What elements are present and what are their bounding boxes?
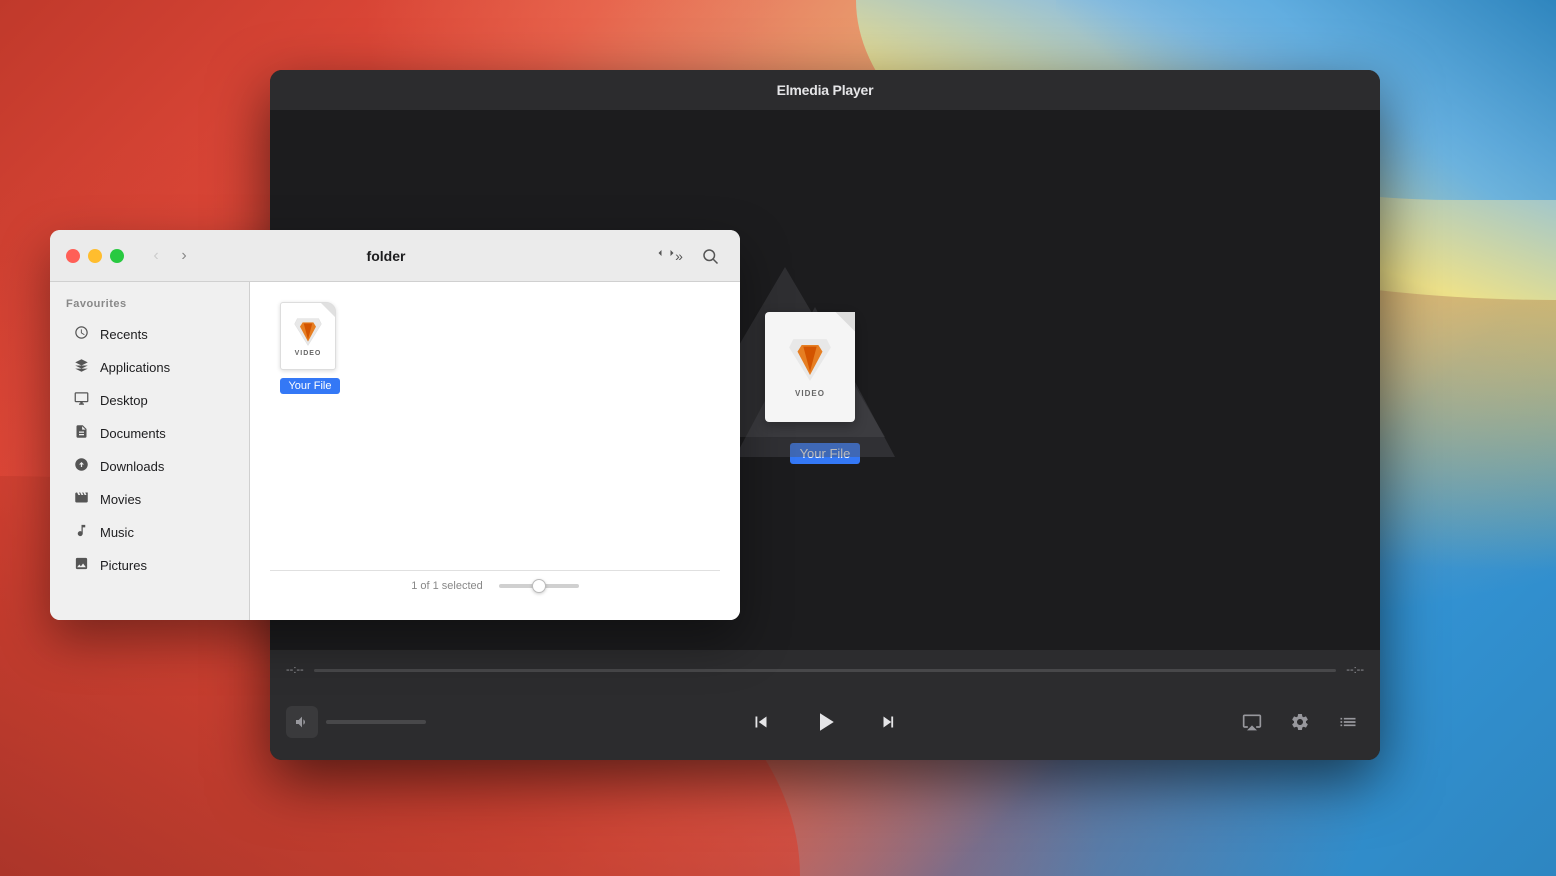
sidebar-item-pictures[interactable]: Pictures — [56, 549, 243, 582]
finder-content: VIDEO Your File 1 of 1 selected — [250, 282, 740, 620]
window-buttons — [66, 249, 124, 263]
volume-section — [286, 706, 426, 738]
downloads-label: Downloads — [100, 459, 164, 474]
search-icon — [701, 247, 719, 265]
image-icon — [74, 556, 89, 571]
sidebar-item-music[interactable]: Music — [56, 516, 243, 549]
volume-button[interactable] — [286, 706, 318, 738]
nav-arrows: ‹ › — [144, 244, 196, 268]
downloads-icon — [72, 457, 90, 476]
player-file-icon: VIDEO — [765, 297, 885, 427]
sidebar-item-applications[interactable]: Applications — [56, 351, 243, 384]
forward-button[interactable]: › — [172, 244, 196, 268]
chevrons-icon — [657, 247, 675, 265]
sidebar-item-recents[interactable]: Recents — [56, 318, 243, 351]
volume-track[interactable] — [326, 720, 426, 724]
playlist-button[interactable] — [1332, 706, 1364, 738]
slider-track[interactable] — [499, 584, 579, 588]
music-label: Music — [100, 525, 134, 540]
sidebar-item-desktop[interactable]: Desktop — [56, 384, 243, 417]
slider-thumb — [532, 579, 546, 593]
finder-window: ‹ › folder » Favourites — [50, 230, 740, 620]
desktop-label: Desktop — [100, 393, 148, 408]
file-grid: VIDEO Your File — [270, 302, 720, 570]
film-icon — [74, 490, 89, 505]
finder-body: Favourites Recents Applications — [50, 282, 740, 620]
settings-icon — [1290, 712, 1310, 732]
movies-icon — [72, 490, 90, 509]
status-selected: 1 of 1 selected — [411, 580, 483, 592]
minimize-button[interactable] — [88, 249, 102, 263]
progress-bar-container: --:-- --:-- — [286, 650, 1364, 684]
applications-icon — [72, 358, 90, 377]
airplay-icon — [1242, 712, 1262, 732]
pictures-label: Pictures — [100, 558, 147, 573]
file-elmedia-logo-svg — [292, 316, 324, 348]
playlist-icon — [1338, 712, 1358, 732]
pictures-icon — [72, 556, 90, 575]
right-controls — [1224, 706, 1364, 738]
maximize-button[interactable] — [110, 249, 124, 263]
next-icon — [878, 711, 900, 733]
finder-statusbar: 1 of 1 selected — [270, 570, 720, 600]
doc-paper: VIDEO — [280, 302, 336, 370]
file-name-badge: Your File — [280, 378, 339, 394]
sidebar-item-downloads[interactable]: Downloads — [56, 450, 243, 483]
player-doc-label: VIDEO — [795, 389, 825, 398]
movies-label: Movies — [100, 492, 141, 507]
sidebar-item-movies[interactable]: Movies — [56, 483, 243, 516]
search-button[interactable] — [696, 242, 724, 270]
play-icon — [810, 707, 840, 737]
player-file-icon-container: VIDEO Your File — [765, 297, 885, 464]
player-titlebar: Elmedia Player — [270, 70, 1380, 110]
prev-button[interactable] — [743, 704, 779, 740]
finder-toolbar-right: » — [656, 242, 724, 270]
music-note-icon — [74, 523, 89, 538]
download-icon — [74, 457, 89, 472]
icon-size-slider[interactable] — [499, 584, 579, 588]
recents-icon — [72, 325, 90, 344]
play-button[interactable] — [803, 700, 847, 744]
time-start: --:-- — [286, 664, 304, 676]
back-button[interactable]: ‹ — [144, 244, 168, 268]
prev-icon — [750, 711, 772, 733]
finder-title: folder — [208, 248, 564, 264]
apps-icon — [74, 358, 89, 373]
player-controls: --:-- --:-- — [270, 650, 1380, 760]
next-button[interactable] — [871, 704, 907, 740]
applications-label: Applications — [100, 360, 170, 375]
close-button[interactable] — [66, 249, 80, 263]
music-icon — [72, 523, 90, 542]
player-elmedia-logo-svg — [785, 335, 835, 385]
player-doc-icon: VIDEO — [765, 312, 855, 422]
sidebar-section-favourites: Favourites — [50, 294, 249, 318]
clock-icon — [74, 325, 89, 340]
documents-label: Documents — [100, 426, 166, 441]
progress-track[interactable] — [314, 669, 1337, 672]
doc-icon — [74, 424, 89, 439]
time-end: --:-- — [1346, 664, 1364, 676]
player-title: Elmedia Player — [777, 82, 874, 98]
controls-row — [286, 684, 1364, 760]
playback-controls — [743, 700, 907, 744]
finder-sidebar: Favourites Recents Applications — [50, 282, 250, 620]
sidebar-item-documents[interactable]: Documents — [56, 417, 243, 450]
desktop-icon — [72, 391, 90, 410]
file-item[interactable]: VIDEO Your File — [270, 302, 350, 394]
file-doc-label: VIDEO — [295, 350, 322, 357]
monitor-icon — [74, 391, 89, 406]
airplay-button[interactable] — [1236, 706, 1268, 738]
finder-titlebar: ‹ › folder » — [50, 230, 740, 282]
volume-icon — [294, 714, 310, 730]
documents-icon — [72, 424, 90, 443]
file-icon-wrapper: VIDEO — [280, 302, 340, 374]
view-options-button[interactable]: » — [656, 242, 684, 270]
settings-button[interactable] — [1284, 706, 1316, 738]
recents-label: Recents — [100, 327, 148, 342]
